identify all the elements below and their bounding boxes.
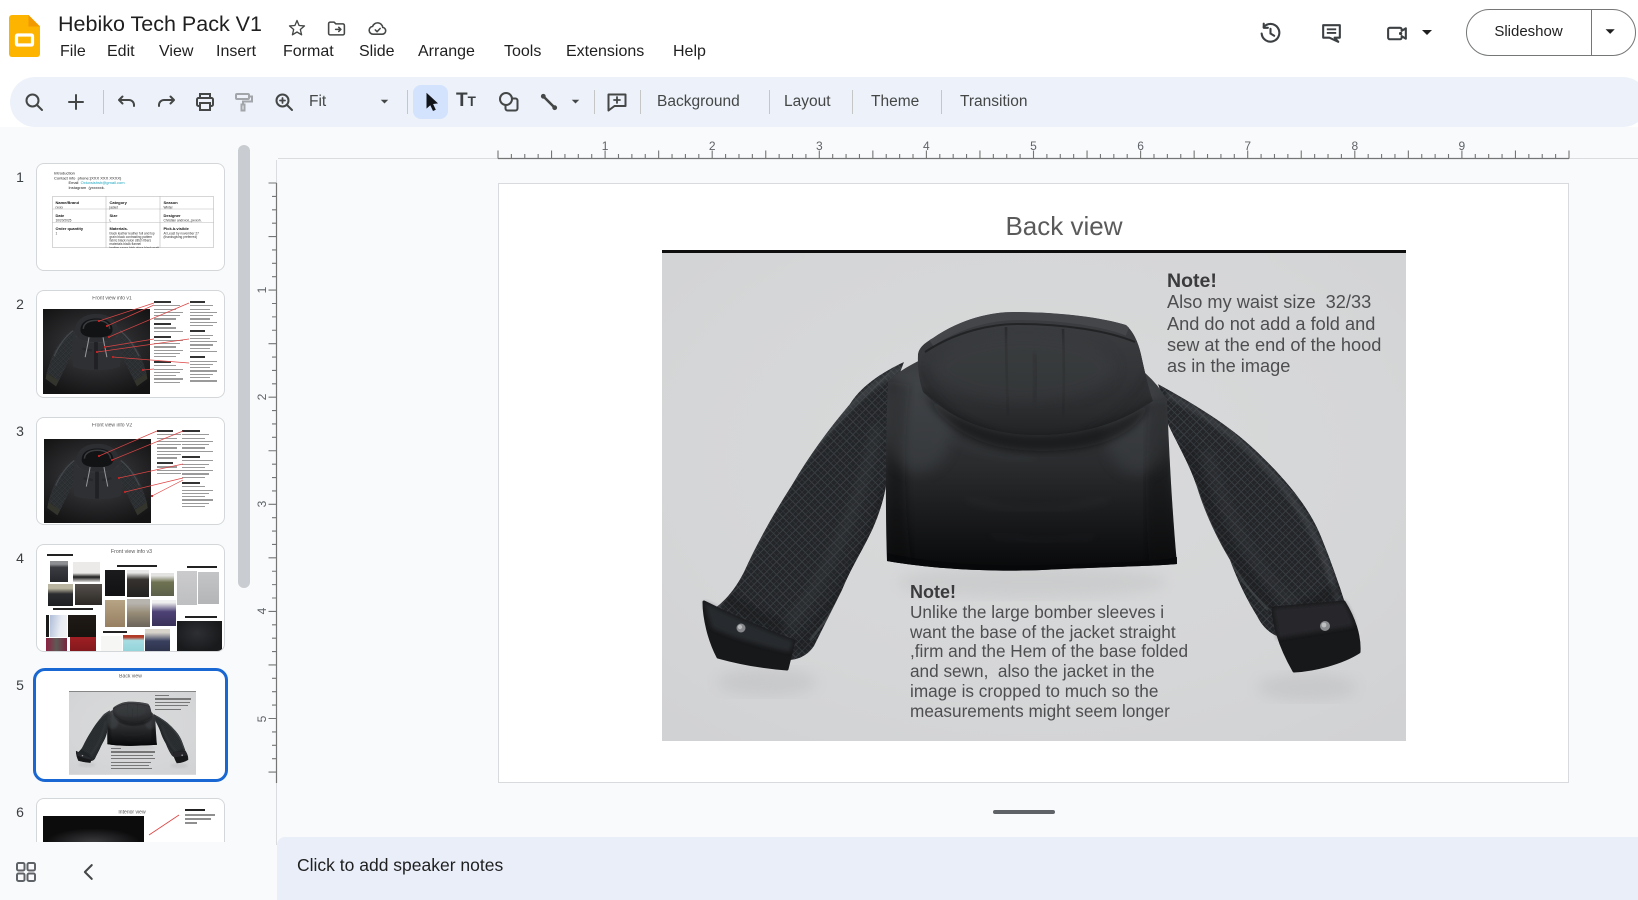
- svg-text:Materials.: Materials.: [110, 226, 128, 231]
- svg-text:Pick.b.visible: Pick.b.visible: [164, 226, 190, 231]
- svg-text:Season: Season: [164, 200, 179, 205]
- svg-text:10/20/2025: 10/20/2025: [56, 218, 72, 222]
- svg-text:(thanksgiving preferred): (thanksgiving preferred): [164, 235, 198, 239]
- svg-text:1: 1: [56, 231, 58, 235]
- svg-text:Winter: Winter: [164, 205, 174, 209]
- svg-text:Date: Date: [56, 213, 65, 218]
- svg-text:rxxxx: rxxxx: [56, 205, 64, 209]
- svg-text:jacket: jacket: [109, 205, 118, 209]
- svg-text:Christian andrxxxL,pxxxxh.: Christian andrxxxL,pxxxxh.: [164, 218, 202, 222]
- svg-text:Designer: Designer: [164, 213, 182, 218]
- svg-text:L: L: [110, 218, 112, 222]
- svg-text:Size: Size: [110, 213, 119, 218]
- svg-text:Name/Brand: Name/Brand: [56, 200, 80, 205]
- svg-text:Category: Category: [110, 200, 128, 205]
- svg-text:Order quantity: Order quantity: [56, 226, 84, 231]
- svg-text:leather sxxxx high gloss black: leather sxxxx high gloss black matt: [110, 246, 159, 248]
